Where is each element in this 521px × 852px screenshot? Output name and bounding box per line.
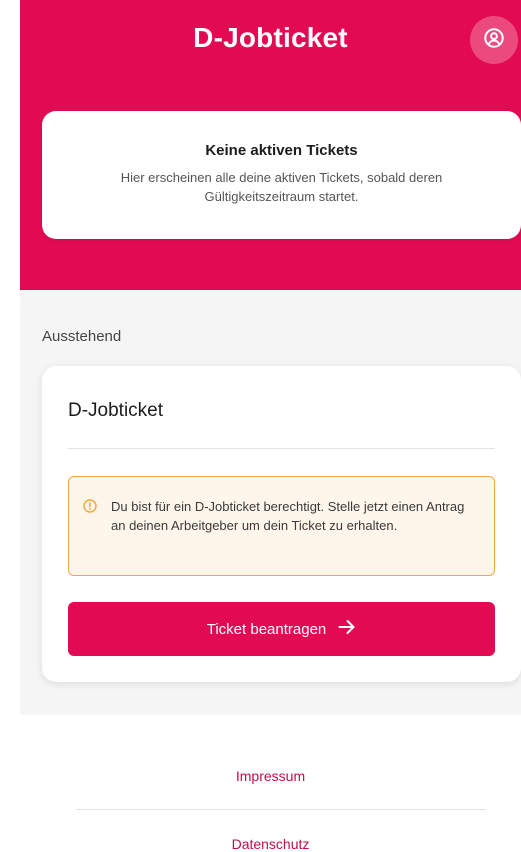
datenschutz-link[interactable]: Datenschutz <box>20 836 521 852</box>
footer: Impressum Datenschutz <box>20 715 521 852</box>
request-ticket-button[interactable]: Ticket beantragen <box>68 602 495 656</box>
left-edge-strip <box>0 0 20 852</box>
eligibility-notice-text: Du bist für ein D-Jobticket berechtigt. … <box>111 499 465 533</box>
footer-divider <box>76 809 486 810</box>
account-circle-icon <box>483 27 505 54</box>
arrow-right-icon <box>338 619 356 639</box>
eligibility-notice: Du bist für ein D-Jobticket berechtigt. … <box>68 476 495 576</box>
app-title: D-Jobticket <box>193 22 348 53</box>
pending-ticket-card: D-Jobticket Du bist für ein D-Jobticket … <box>42 366 521 682</box>
request-ticket-button-label: Ticket beantragen <box>206 620 327 638</box>
impressum-link[interactable]: Impressum <box>20 768 521 784</box>
pending-ticket-title: D-Jobticket <box>68 400 164 421</box>
no-active-tickets-description: Hier erscheinen alle deine aktiven Ticke… <box>120 170 443 204</box>
no-active-tickets-card: Keine aktiven Tickets Hier erscheinen al… <box>42 111 521 239</box>
profile-button[interactable] <box>470 16 518 64</box>
app-frame: D-Jobticket Keine aktiven Tickets Hier e… <box>0 0 521 852</box>
card-divider <box>68 448 495 449</box>
info-circle-icon <box>83 499 97 518</box>
no-active-tickets-title: Keine aktiven Tickets <box>205 142 358 159</box>
pending-section-label: Ausstehend <box>42 328 122 345</box>
